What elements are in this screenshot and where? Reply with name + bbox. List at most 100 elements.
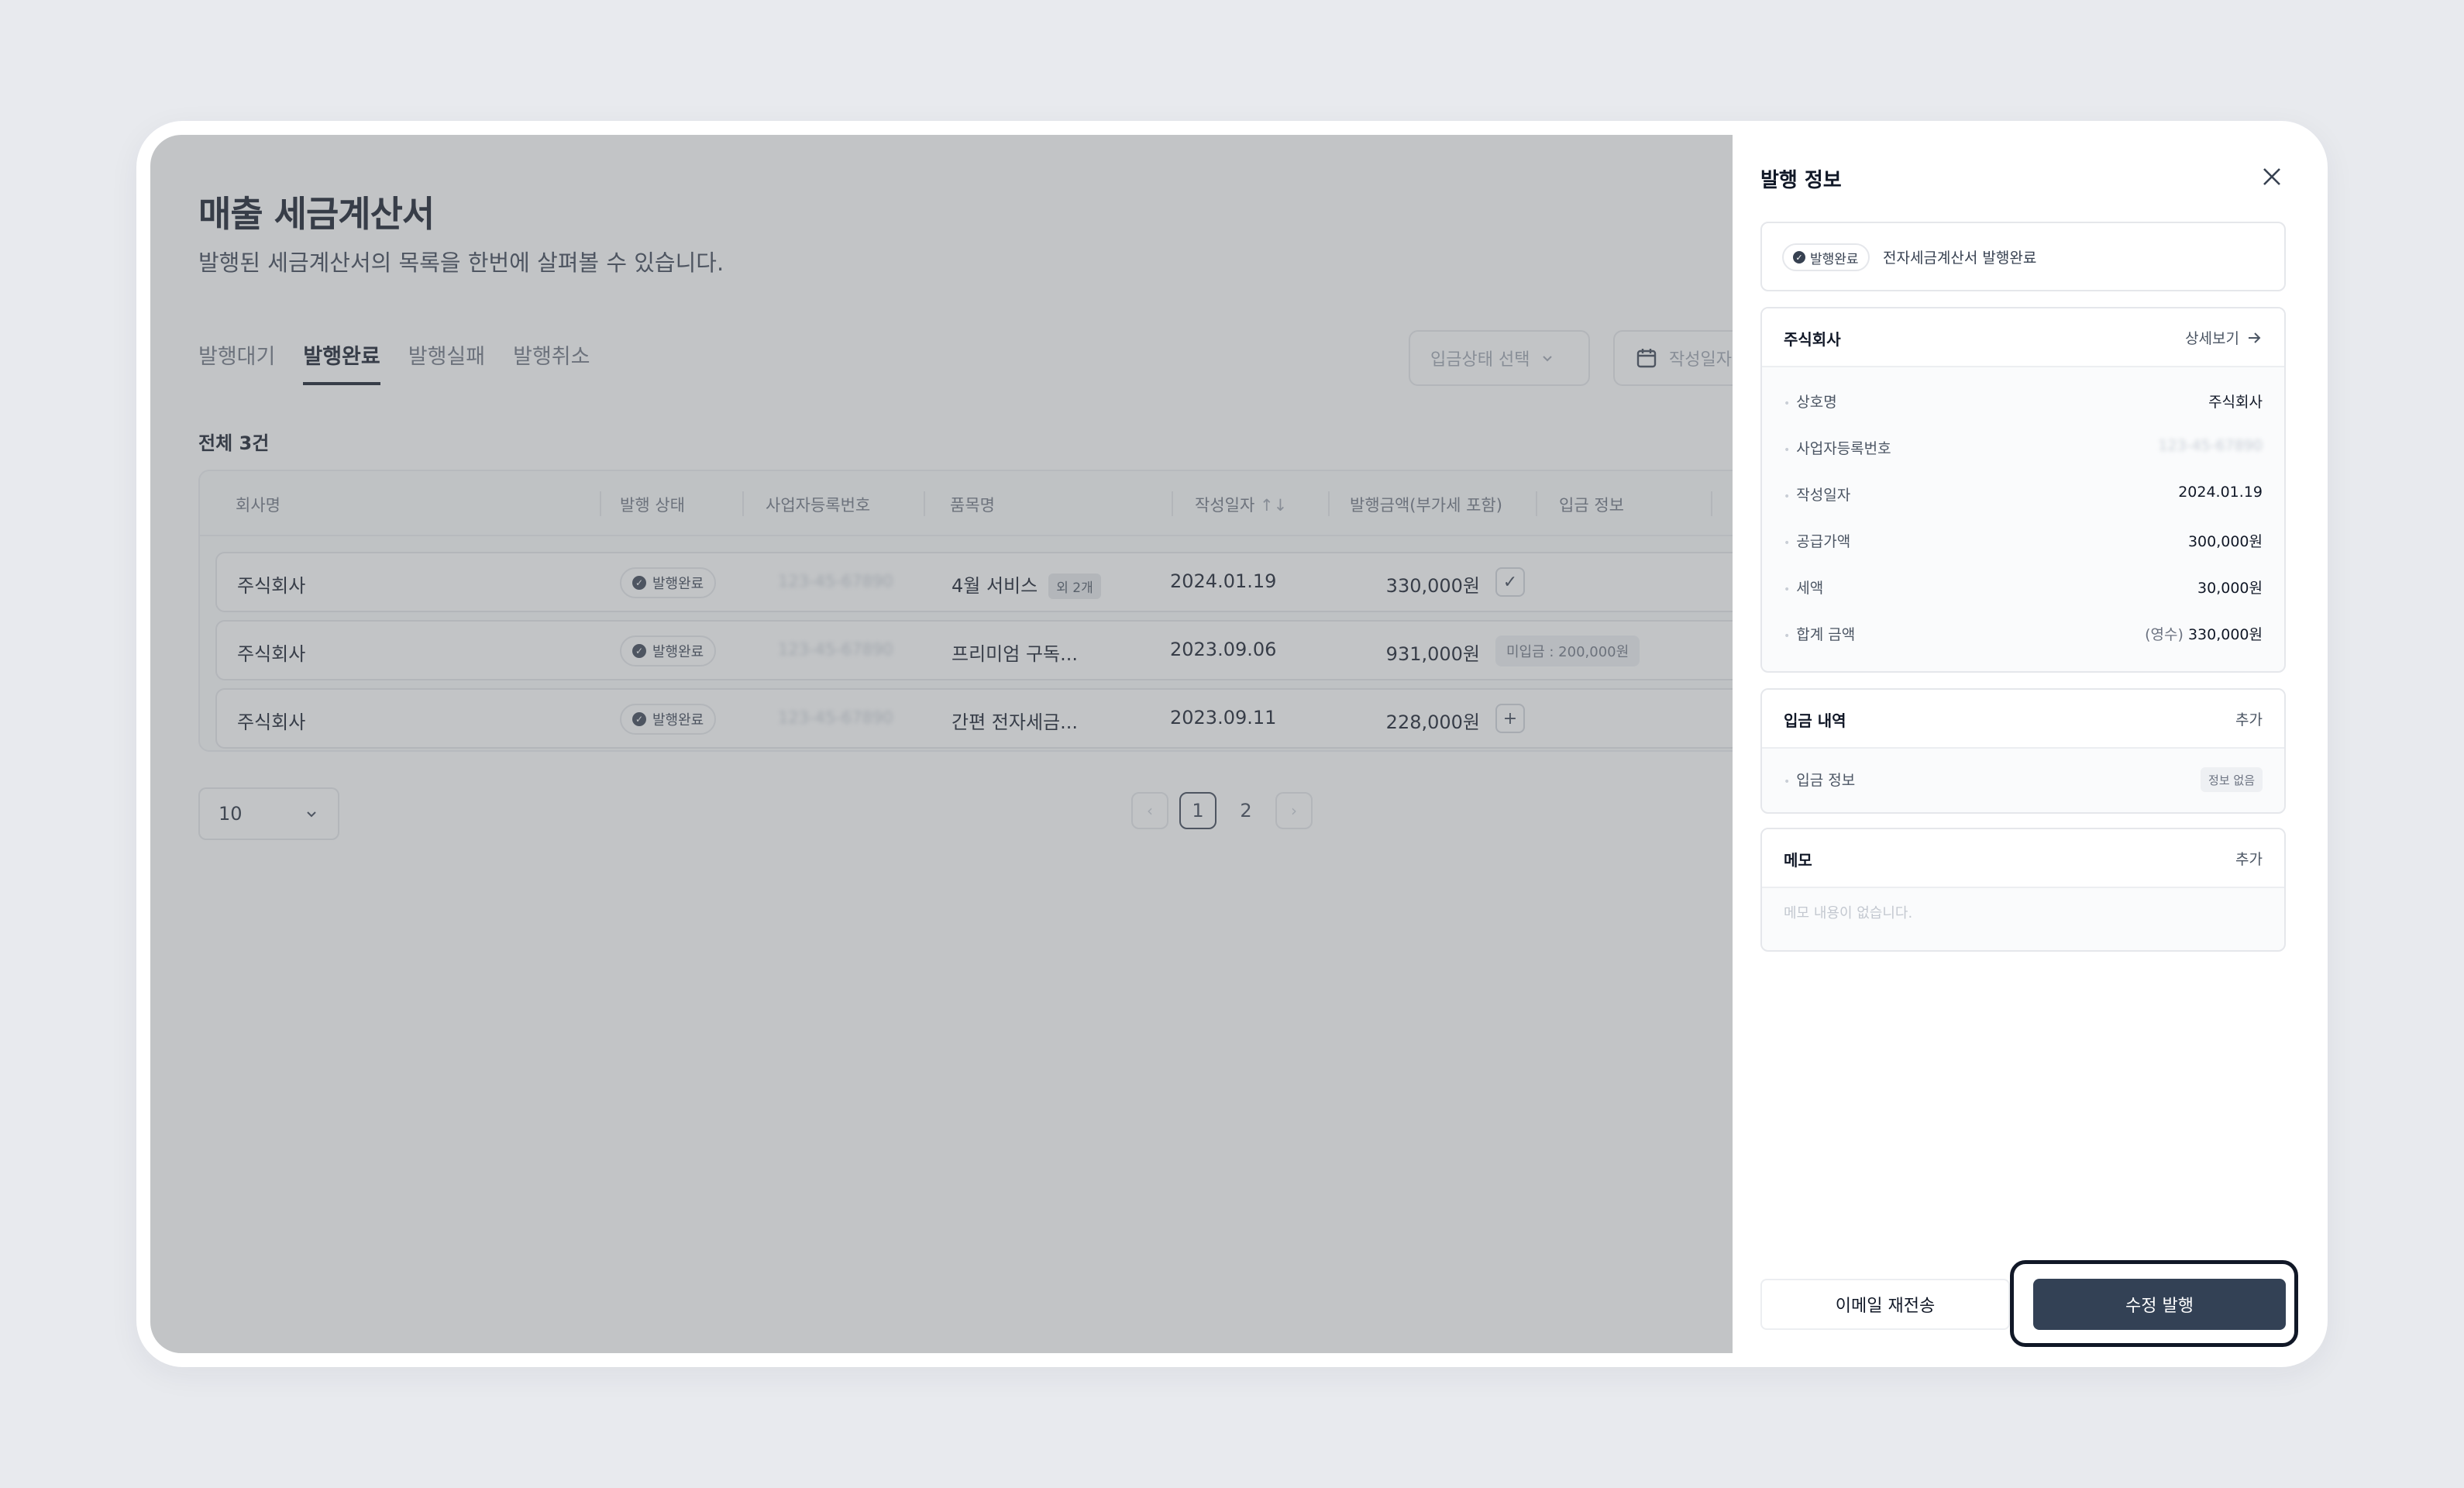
deposit-card-title: 입금 내역 [1784,711,1846,730]
chevron-down-icon [307,811,316,818]
deposit-card: 입금 내역 추가 입금 정보 정보 없음 [1760,688,2286,814]
receipt-prefix: (영수) [2145,626,2184,643]
status-badge: ✓ 발행완료 [1782,243,1870,271]
page-2-button[interactable]: 2 [1227,792,1265,829]
tab-cancelled[interactable]: 발행취소 [513,339,590,385]
memo-card-title: 메모 [1784,851,1812,870]
table-row[interactable]: 주식회사 ✓ 발행완료 123-45-67890 4월 서비스 외 2개 2024.… [215,552,1733,612]
tab-pending[interactable]: 발행대기 [198,339,275,385]
main-content: 매출 세금계산서 발행된 세금계산서의 목록을 한번에 살펴볼 수 있습니다. … [150,135,1733,1353]
total-count: 전체 3건 [198,432,270,454]
field-value: 123-45-67890 [2158,437,2263,454]
field-tax: 세액 30,000원 [1762,564,2284,611]
row-item-name: 4월 서비스 [952,575,1038,597]
field-value: 주식회사 [2208,394,2263,411]
col-divider [1711,491,1712,516]
page-size-select[interactable]: 10 [198,787,339,840]
row-biz-no: 123-45-67890 [778,640,893,659]
check-circle-icon: ✓ [632,712,646,726]
status-badge: ✓ 발행완료 [620,636,717,666]
col-amount: 발행금액(부가세 포함) [1350,496,1502,515]
memo-add-button[interactable]: 추가 [2235,848,2263,869]
next-page-icon[interactable]: › [1275,792,1313,829]
col-divider [924,491,925,516]
field-label: 사업자등록번호 [1784,437,1891,458]
tab-failed[interactable]: 발행실패 [408,339,485,385]
field-value: 2024.01.19 [2178,484,2263,501]
company-card-header: 주식회사 상세보기 [1762,308,2284,367]
field-label: 공급가액 [1784,530,1850,551]
field-total: 합계 금액 (영수)330,000원 [1762,611,2284,657]
deposit-info-label: 입금 정보 [1784,769,1855,790]
date-filter-placeholder: 작성일자 [1669,350,1732,370]
col-biz-no: 사업자등록번호 [766,496,871,515]
field-value: 300,000원 [2187,533,2263,550]
status-badge: ✓ 발행완료 [620,567,717,598]
memo-body: 메모 내용이 없습니다. [1762,888,2284,950]
table-row[interactable]: 주식회사 ✓ 발행완료 123-45-67890 프리미엄 구독... 2023.… [215,620,1733,680]
status-label: 발행완료 [652,712,704,728]
field-label: 합계 금액 [1784,623,1855,644]
col-date[interactable]: 작성일자 ↑↓ [1195,493,1287,516]
pagination: ‹ 1 2 › [1131,792,1313,829]
col-divider [1536,491,1537,516]
prev-page-icon[interactable]: ‹ [1131,792,1168,829]
invoice-table: 회사명 발행 상태 사업자등록번호 품목명 작성일자 ↑↓ 발행금액(부가세 포… [198,470,1733,752]
panel-title: 발행 정보 [1760,169,1842,192]
field-label: 세액 [1784,577,1823,598]
row-date: 2024.01.19 [1170,570,1277,592]
payment-check-icon[interactable]: ✓ [1495,567,1525,597]
status-text: 전자세금계산서 발행완료 [1883,250,2037,267]
col-divider [1172,491,1173,516]
row-date: 2023.09.06 [1170,639,1277,660]
status-badge-label: 발행완료 [1810,251,1859,267]
table-row[interactable]: 주식회사 ✓ 발행완료 123-45-67890 간편 전자세금... 2023.… [215,688,1733,749]
col-divider [600,491,601,516]
detail-link[interactable]: 상세보기 [2185,327,2263,348]
row-item: 프리미엄 구독... [952,643,1078,665]
field-company-name: 상호명 주식회사 [1762,378,2284,425]
col-status: 발행 상태 [620,496,685,515]
row-date: 2023.09.11 [1170,707,1277,728]
col-company: 회사명 [236,496,280,515]
check-circle-icon: ✓ [632,644,646,658]
no-info-badge: 정보 없음 [2201,767,2263,792]
memo-card: 메모 추가 메모 내용이 없습니다. [1760,828,2286,952]
field-value: (영수) 330,000원 [2145,623,2263,644]
field-label: 상호명 [1784,391,1836,412]
col-divider [742,491,744,516]
payment-unpaid-tag[interactable]: 미입금 : 200,000원 [1495,636,1640,666]
page-1-button[interactable]: 1 [1179,792,1217,829]
resend-email-button[interactable]: 이메일 재전송 [1760,1279,2010,1330]
tab-issued[interactable]: 발행완료 [303,339,380,385]
page-title: 매출 세금계산서 [198,193,435,235]
row-item: 4월 서비스 외 2개 [952,570,1101,599]
issue-status-box: ✓ 발행완료 전자세금계산서 발행완료 [1760,222,2286,291]
deposit-status-select[interactable]: 입금상태 선택 [1409,330,1590,386]
field-value: 30,000원 [2197,580,2263,597]
status-badge: ✓ 발행완료 [620,704,717,735]
row-biz-no: 123-45-67890 [778,708,893,727]
row-amount: 931,000원 [1385,643,1480,665]
memo-empty-text: 메모 내용이 없습니다. [1784,905,1913,921]
detail-link-label: 상세보기 [2185,330,2239,347]
arrow-right-icon [2249,332,2261,343]
check-circle-icon: ✓ [1793,251,1805,264]
payment-add-icon[interactable]: + [1495,704,1525,733]
calendar-icon [1636,349,1657,368]
issue-info-panel: 발행 정보 ✓ 발행완료 전자세금계산서 발행완료 주식회사 상세보기 상호명 주식… [1733,135,2314,1353]
date-filter[interactable]: 작성일자 [1613,330,1733,386]
sort-icon[interactable]: ↑↓ [1260,496,1287,515]
row-company: 주식회사 [237,643,306,665]
row-company: 주식회사 [237,575,306,597]
page-subtitle: 발행된 세금계산서의 목록을 한번에 살펴볼 수 있습니다. [198,250,724,276]
deposit-add-button[interactable]: 추가 [2235,708,2263,729]
field-supply-amount: 공급가액 300,000원 [1762,518,2284,564]
deposit-info-row: 입금 정보 정보 없음 [1762,756,2284,803]
row-biz-no: 123-45-67890 [778,572,893,591]
field-date: 작성일자 2024.01.19 [1762,471,2284,518]
row-item: 간편 전자세금... [952,711,1078,733]
close-icon[interactable] [2258,163,2286,191]
edit-issue-button[interactable]: 수정 발행 [2033,1279,2286,1330]
row-amount: 228,000원 [1385,711,1480,733]
